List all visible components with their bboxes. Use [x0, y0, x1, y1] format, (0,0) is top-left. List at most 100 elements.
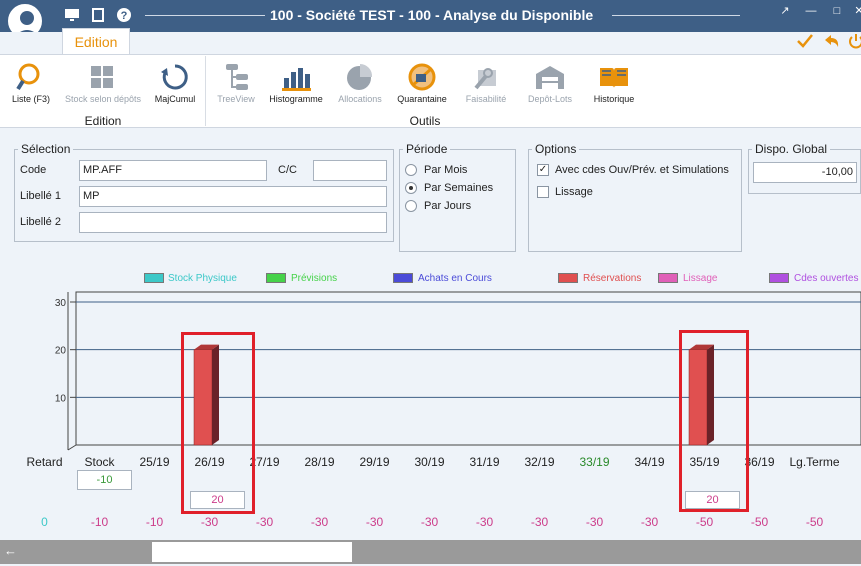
ytick-label-30: 30 — [55, 298, 67, 309]
undo-icon[interactable] — [822, 32, 840, 50]
dispo-value: -30 — [640, 515, 659, 529]
ytick-label-10: 10 — [55, 393, 67, 404]
dispo-value: -30 — [585, 515, 604, 529]
column-label-retard: Retard — [26, 455, 63, 469]
search-icon — [16, 63, 40, 91]
scroll-left-icon[interactable]: ← — [4, 544, 18, 558]
book-icon — [600, 68, 628, 88]
pie-chart-icon — [347, 63, 373, 90]
column-label-31-19: 31/19 — [469, 455, 500, 469]
column-label-34-19: 34/19 — [634, 455, 665, 469]
svg-text:?: ? — [121, 10, 128, 22]
column-label-25-19: 25/19 — [139, 455, 170, 469]
checkbox-lissage[interactable] — [537, 186, 549, 198]
column-label-lg.terme: Lg.Terme — [789, 455, 840, 469]
restore-icon[interactable]: ↗ — [778, 4, 792, 18]
monitor-icon[interactable] — [64, 7, 80, 23]
radio-par-semaines[interactable] — [405, 182, 417, 194]
checkbox-simulations[interactable]: ✓ — [537, 164, 549, 176]
periode-panel: Période — [399, 142, 516, 252]
column-label-30-19: 30/19 — [414, 455, 445, 469]
tab-edition[interactable]: Edition — [62, 28, 130, 54]
group-edition-label: Edition — [84, 114, 122, 128]
majcumul-button[interactable]: MajCumul — [150, 62, 200, 104]
close-icon[interactable]: ✕ — [852, 4, 861, 18]
scrollbar-thumb[interactable] — [152, 542, 352, 562]
x-axis-depth — [67, 444, 77, 451]
no-entry-icon — [408, 63, 436, 91]
stock-depots-button[interactable]: Stock selon dépôts — [60, 62, 146, 104]
help-icon[interactable]: ? — [116, 7, 132, 23]
bar-chart-icon — [282, 68, 311, 91]
treeview-button[interactable]: TreeView — [210, 62, 262, 104]
historique-label: Historique — [593, 94, 635, 104]
check-icon[interactable] — [796, 32, 814, 50]
power-icon[interactable] — [848, 32, 861, 50]
column-label-32-19: 32/19 — [524, 455, 555, 469]
lissage-label: Lissage — [555, 186, 593, 198]
dispo-value: 0 — [41, 515, 48, 529]
stock-value: -10 — [77, 470, 132, 490]
options-legend: Options — [535, 142, 577, 156]
libelle2-field[interactable] — [79, 212, 387, 233]
highlight-box-35-19 — [679, 330, 749, 512]
boxes-icon — [91, 66, 113, 88]
dispo-value: -50 — [695, 515, 714, 529]
code-label: Code — [20, 164, 47, 176]
dispo-value: -30 — [365, 515, 384, 529]
dispo-value: -10 — [90, 515, 109, 529]
periode-legend: Période — [406, 142, 448, 156]
allocations-button[interactable]: Allocations — [332, 62, 388, 104]
dispo-value: -30 — [475, 515, 494, 529]
par-jours-label: Par Jours — [424, 200, 472, 212]
libelle2-label: Libellé 2 — [20, 216, 61, 228]
column-label-33-19: 33/19 — [579, 455, 610, 469]
liste-label: Liste (F3) — [11, 94, 50, 104]
libelle1-field[interactable]: MP — [79, 186, 387, 207]
cc-field[interactable] — [313, 160, 387, 181]
horizontal-scrollbar[interactable] — [0, 540, 861, 564]
column-label-28-19: 28/19 — [304, 455, 335, 469]
selection-legend: Sélection — [21, 142, 71, 156]
histogramme-label: Histogramme — [269, 94, 323, 104]
refresh-icon — [161, 64, 188, 90]
column-label-stock: Stock — [84, 455, 115, 469]
radio-par-jours[interactable] — [405, 200, 417, 212]
par-mois-label: Par Mois — [424, 164, 468, 176]
dispo-value: -30 — [530, 515, 549, 529]
quarantaine-label: Quarantaine — [397, 94, 447, 104]
dispo-value: -50 — [805, 515, 824, 529]
dispo-value: -30 — [420, 515, 439, 529]
majcumul-label: MajCumul — [154, 94, 196, 104]
minimize-icon[interactable]: — — [804, 4, 818, 18]
cc-label: C/C — [278, 164, 297, 176]
title-rule-left — [145, 15, 265, 16]
dispo-value: -30 — [310, 515, 329, 529]
column-label-29-19: 29/19 — [359, 455, 390, 469]
depot-lots-button[interactable]: Depôt-Lots — [520, 62, 580, 104]
radio-par-mois[interactable] — [405, 164, 417, 176]
dispo-value: -30 — [200, 515, 219, 529]
quarantaine-button[interactable]: Quarantaine — [392, 62, 452, 104]
dispo-global-value: -10,00 — [753, 162, 857, 183]
dispo-value: -30 — [255, 515, 274, 529]
dispo-value: -50 — [750, 515, 769, 529]
libelle1-label: Libellé 1 — [20, 190, 61, 202]
window-title: 100 - Société TEST - 100 - Analyse du Di… — [270, 7, 594, 23]
ytick-label-20: 20 — [55, 346, 67, 357]
film-icon[interactable] — [90, 7, 106, 23]
dispo-legend: Dispo. Global — [755, 142, 828, 156]
highlight-box-26-19 — [181, 332, 255, 514]
dispo-value: -10 — [145, 515, 164, 529]
code-field[interactable]: MP.AFF — [79, 160, 267, 181]
faisabilite-button[interactable]: Faisabilité — [458, 62, 514, 104]
title-rule-right — [612, 15, 740, 16]
wrench-icon — [474, 68, 496, 90]
maximize-icon[interactable]: □ — [830, 4, 844, 18]
historique-button[interactable]: Historique — [586, 62, 642, 104]
allocations-label: Allocations — [338, 94, 382, 104]
tree-icon — [226, 64, 248, 90]
histogramme-button[interactable]: Histogramme — [264, 62, 328, 104]
group-outils-label: Outils — [409, 114, 441, 128]
liste-button[interactable]: Liste (F3) — [4, 62, 58, 104]
